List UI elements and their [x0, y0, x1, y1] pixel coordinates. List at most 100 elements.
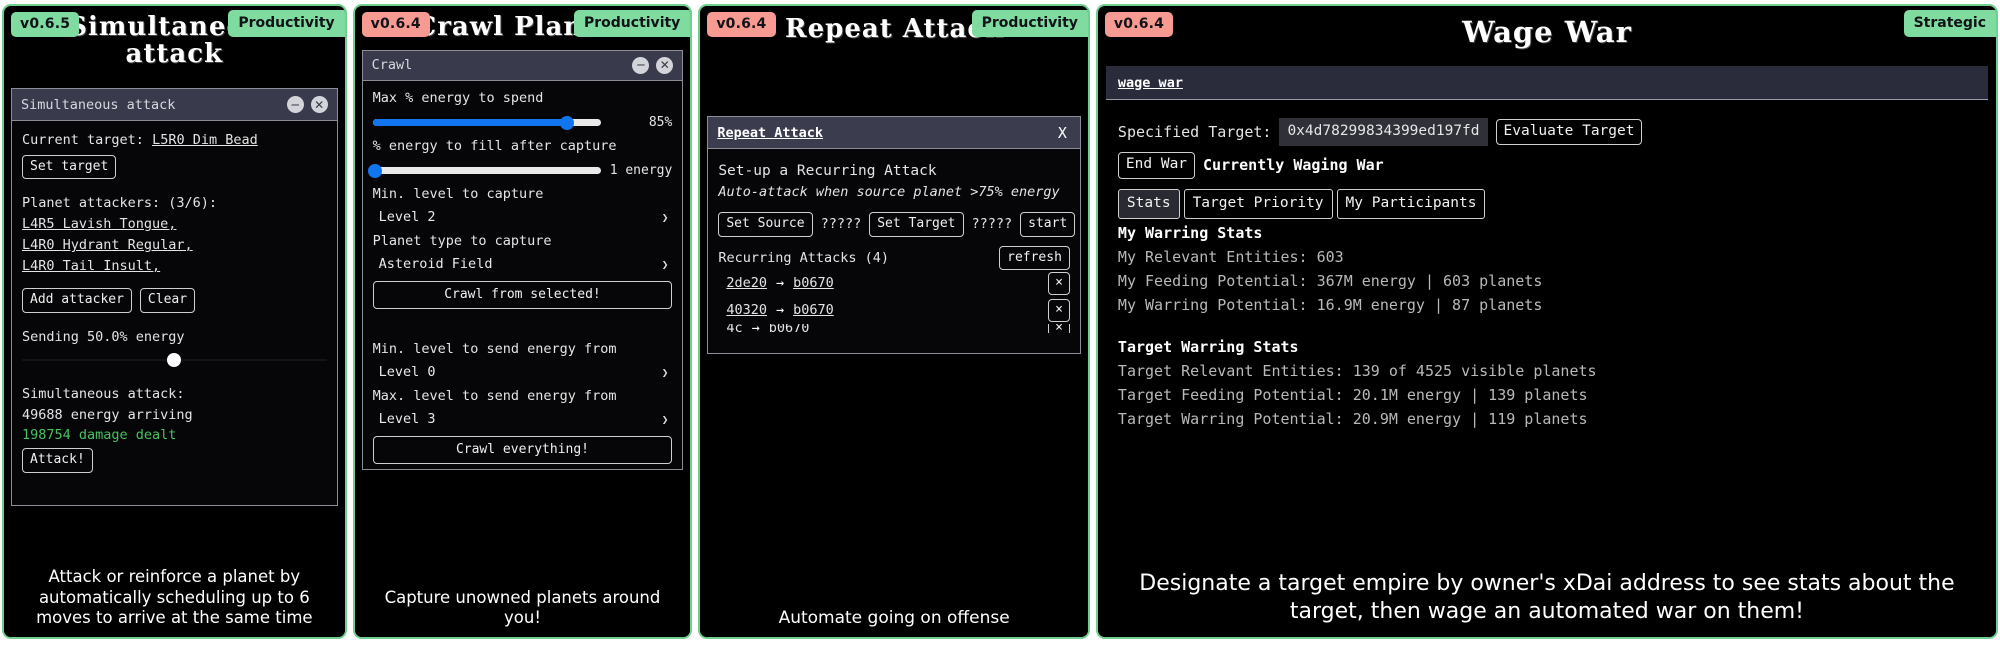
current-target-row: Current target: L5R0 Dim Bead: [22, 130, 327, 151]
end-war-button[interactable]: End War: [1118, 152, 1195, 179]
close-icon[interactable]: X: [1054, 124, 1071, 142]
remove-attack-button[interactable]: ×: [1048, 272, 1070, 295]
plugin-card-repeat-attack: v0.6.4 Productivity Repeat Attack Repeat…: [698, 4, 1090, 639]
recurring-attack-row: 2de20 → b0670 ×: [718, 270, 1070, 297]
add-attacker-button[interactable]: Add attacker: [22, 288, 132, 313]
minus-icon[interactable]: ─: [632, 57, 649, 74]
category-badge: Strategic: [1904, 10, 1996, 37]
crawl-from-selected-button[interactable]: Crawl from selected!: [373, 281, 673, 310]
tab-stats[interactable]: Stats: [1118, 189, 1180, 219]
arrow-right-icon: →: [776, 300, 784, 321]
modal-body: Current target: L5R0 Dim Bead Set target…: [12, 121, 337, 505]
attacker-item[interactable]: L4R5 Lavish Tongue,: [22, 214, 327, 235]
modal-title: Crawl: [372, 57, 626, 73]
stat-line: Target Relevant Entities: 139 of 4525 vi…: [1118, 359, 1976, 383]
min-level-send-select[interactable]: Level 0 ❯: [373, 360, 673, 386]
planet-type-label: Planet type to capture: [373, 231, 673, 252]
remove-attack-button[interactable]: ×: [1048, 299, 1070, 322]
clear-button[interactable]: Clear: [140, 288, 195, 313]
version-badge: v0.6.4: [1105, 12, 1173, 37]
minus-icon[interactable]: ─: [287, 96, 304, 113]
modal-titlebar[interactable]: Crawl ─ ✕: [363, 51, 683, 81]
modal-titlebar[interactable]: Simultaneous attack ─ ✕: [12, 89, 337, 121]
min-level-capture-label: Min. level to capture: [373, 184, 673, 205]
set-target-button[interactable]: Set target: [22, 155, 116, 180]
category-badge: Productivity: [228, 10, 344, 37]
min-level-send-value: Level 0: [379, 362, 436, 383]
max-level-send-value: Level 3: [379, 409, 436, 430]
modal-title: wage war: [1118, 75, 1976, 91]
modal-body: Set-up a Recurring Attack Auto-attack wh…: [708, 149, 1080, 353]
tab-target-priority[interactable]: Target Priority: [1184, 189, 1333, 219]
refresh-button[interactable]: refresh: [999, 246, 1070, 271]
current-target-label: Current target:: [22, 132, 144, 148]
remove-attack-button[interactable]: ×: [1048, 324, 1070, 333]
stat-line: Target Warring Potential: 20.9M energy |…: [1118, 407, 1976, 431]
card-title: Wage War: [1098, 6, 1996, 48]
chevron-down-icon: ❯: [662, 411, 669, 428]
plugin-modal: Simultaneous attack ─ ✕ Current target: …: [11, 88, 338, 506]
recurring-attack-subheading: Auto-attack when source planet >75% ener…: [718, 182, 1070, 203]
modal-body: Max % energy to spend 85% % energy to fi…: [363, 81, 683, 469]
stat-line: My Relevant Entities: 603: [1118, 245, 1976, 269]
modal-titlebar[interactable]: wage war: [1106, 66, 1988, 100]
card-tagline: Capture unowned planets around you!: [355, 582, 691, 637]
evaluate-target-button[interactable]: Evaluate Target: [1496, 119, 1643, 146]
my-warring-stats-title: My Warring Stats: [1118, 221, 1976, 245]
category-badge: Productivity: [574, 10, 690, 37]
recurring-attack-row-clipped: 4c → b0670 ×: [718, 324, 1070, 333]
max-energy-label: Max % energy to spend: [373, 88, 673, 109]
stats-tabbar: Stats Target Priority My Participants: [1118, 189, 1976, 219]
attack-button[interactable]: Attack!: [22, 448, 93, 473]
attack-target[interactable]: b0670: [793, 273, 834, 294]
min-level-capture-select[interactable]: Level 2 ❯: [373, 205, 673, 231]
attack-source[interactable]: 4c: [726, 324, 742, 333]
card-tagline: Automate going on offense: [700, 602, 1088, 637]
plugin-modal: Crawl ─ ✕ Max % energy to spend 85% % en…: [362, 50, 684, 470]
max-energy-slider[interactable]: 85%: [373, 113, 673, 133]
arrow-right-icon: →: [752, 324, 760, 333]
attack-source[interactable]: 2de20: [726, 273, 767, 294]
attackers-label: Planet attackers: (3/6):: [22, 193, 327, 214]
plugin-modal: wage war Specified Target: 0x4d782998343…: [1106, 66, 1988, 486]
target-value: ?????: [972, 214, 1013, 235]
planet-type-select[interactable]: Asteroid Field ❯: [373, 252, 673, 278]
start-button[interactable]: start: [1020, 212, 1075, 237]
fill-energy-slider[interactable]: 1 energy: [373, 161, 673, 181]
set-source-button[interactable]: Set Source: [718, 212, 812, 237]
set-target-button[interactable]: Set Target: [869, 212, 963, 237]
close-icon[interactable]: ✕: [311, 96, 328, 113]
war-status: Currently Waging War: [1203, 153, 1384, 177]
card-header: v0.6.4 Strategic Wage War: [1098, 6, 1996, 66]
stat-line: Target Feeding Potential: 20.1M energy |…: [1118, 383, 1976, 407]
arrow-right-icon: →: [776, 273, 784, 294]
chevron-down-icon: ❯: [662, 209, 669, 226]
current-target-value[interactable]: L5R0 Dim Bead: [152, 132, 258, 148]
attacker-item[interactable]: L4R0 Hydrant Regular,: [22, 235, 327, 256]
card-tagline: Designate a target empire by owner's xDa…: [1098, 564, 1996, 637]
sending-energy-label: Sending 50.0% energy: [22, 327, 327, 348]
card-header: v0.6.5 Productivity Simultaneous attack: [4, 6, 345, 88]
modal-title: Simultaneous attack: [21, 97, 280, 113]
attack-source[interactable]: 40320: [726, 300, 767, 321]
tab-my-participants[interactable]: My Participants: [1337, 189, 1486, 219]
modal-titlebar[interactable]: Repeat Attack X: [708, 117, 1080, 149]
energy-slider[interactable]: [22, 350, 327, 370]
plugin-card-simultaneous-attack: v0.6.5 Productivity Simultaneous attack …: [2, 4, 347, 639]
close-icon[interactable]: ✕: [656, 57, 673, 74]
recurring-attack-heading: Set-up a Recurring Attack: [718, 160, 1070, 182]
planet-type-value: Asteroid Field: [379, 254, 493, 275]
target-warring-stats-title: Target Warring Stats: [1118, 335, 1976, 359]
crawl-everything-button[interactable]: Crawl everything!: [373, 436, 673, 465]
attack-target[interactable]: b0670: [769, 324, 810, 333]
modal-body: Specified Target: 0x4d78299834399ed197fd…: [1106, 100, 1988, 486]
plugin-card-wage-war: v0.6.4 Strategic Wage War wage war Speci…: [1096, 4, 1998, 639]
modal-title: Repeat Attack: [717, 125, 1054, 141]
slider-knob[interactable]: [167, 353, 181, 367]
attacker-item[interactable]: L4R0 Tail Insult,: [22, 256, 327, 277]
specified-target-input[interactable]: 0x4d78299834399ed197fd: [1279, 118, 1487, 146]
category-badge: Productivity: [972, 10, 1088, 37]
chevron-down-icon: ❯: [662, 364, 669, 381]
max-level-send-select[interactable]: Level 3 ❯: [373, 407, 673, 433]
attack-target[interactable]: b0670: [793, 300, 834, 321]
